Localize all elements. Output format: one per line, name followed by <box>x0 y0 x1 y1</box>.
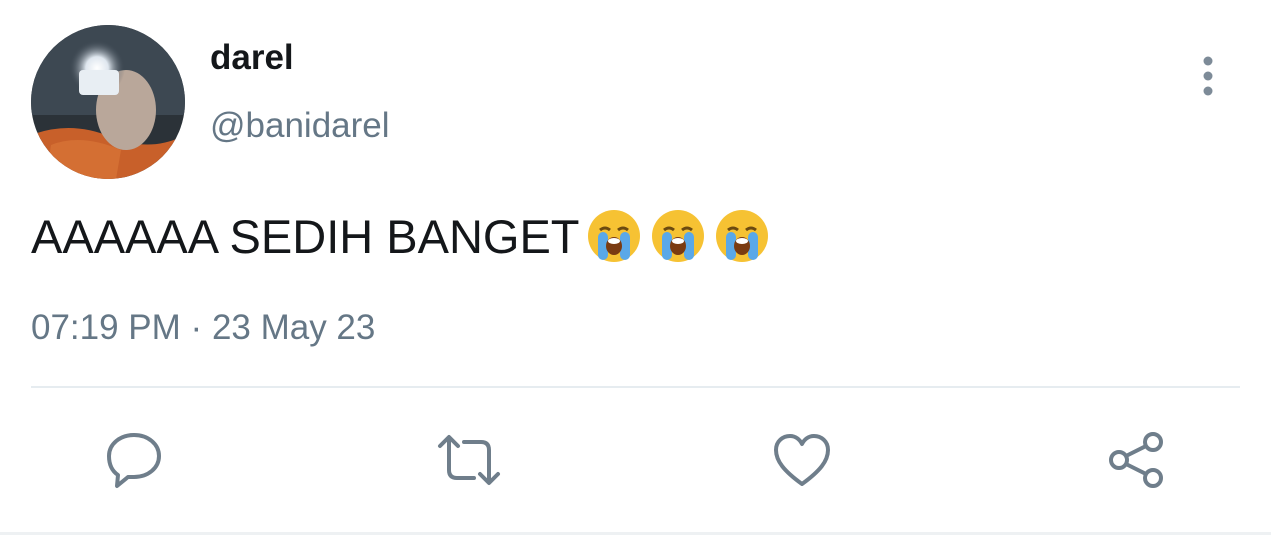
emoji-group <box>586 208 770 264</box>
user-handle[interactable]: @banidarel <box>210 106 390 146</box>
tweet-date: 23 May 23 <box>211 308 376 347</box>
tweet-time: 07:19 PM <box>31 308 181 347</box>
reply-icon <box>107 433 161 488</box>
like-button[interactable] <box>772 432 832 492</box>
display-name[interactable]: darel <box>210 38 294 78</box>
share-icon <box>1109 432 1163 488</box>
timestamp-separator: · <box>190 308 203 347</box>
loudly-crying-face-icon <box>651 210 704 262</box>
avatar-image <box>31 25 185 179</box>
loudly-crying-face-icon <box>715 210 768 262</box>
more-options-icon[interactable] <box>1192 54 1224 98</box>
divider <box>31 386 1240 388</box>
loudly-crying-face-icon <box>587 210 640 262</box>
tweet-timestamp[interactable]: 07:19 PM · 23 May 23 <box>31 308 375 348</box>
heart-icon <box>774 434 830 486</box>
avatar[interactable] <box>31 25 185 179</box>
tweet-text: AAAAAA SEDIH BANGET <box>31 208 770 264</box>
bottom-divider <box>0 532 1271 535</box>
retweet-button[interactable] <box>436 430 500 490</box>
reply-button[interactable] <box>104 430 164 490</box>
retweet-icon <box>438 435 500 485</box>
share-button[interactable] <box>1106 430 1166 490</box>
tweet-card: darel @banidarel AAAAAA SEDIH BANGET 07:… <box>0 0 1271 552</box>
tweet-text-content: AAAAAA SEDIH BANGET <box>31 209 580 263</box>
